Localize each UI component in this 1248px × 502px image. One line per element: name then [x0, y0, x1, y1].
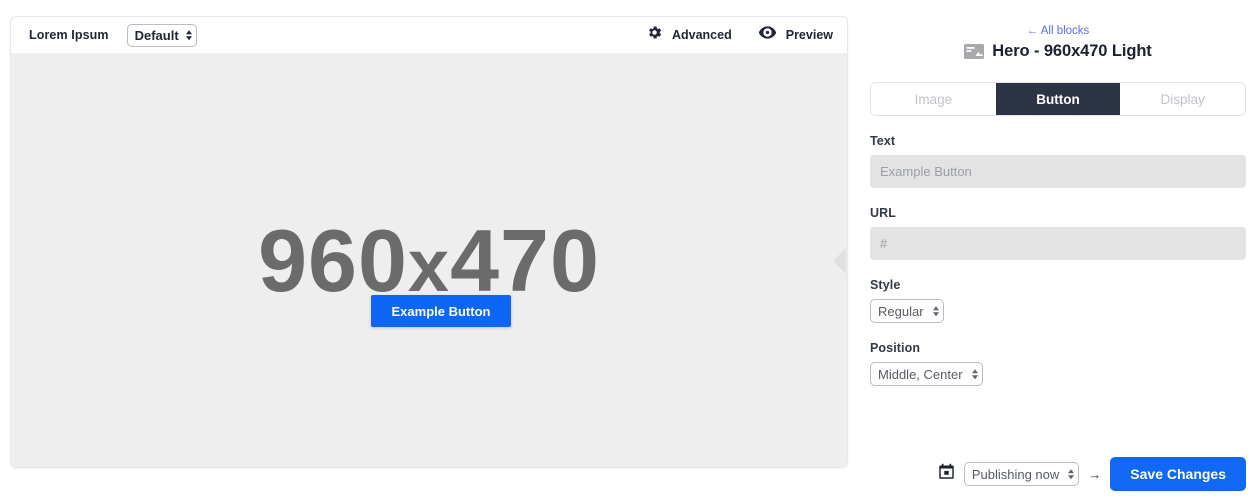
text-field-label: Text	[870, 134, 896, 148]
save-changes-button[interactable]: Save Changes	[1110, 457, 1246, 491]
url-field-label: URL	[870, 206, 896, 220]
template-select[interactable]: Default	[126, 23, 197, 47]
eye-icon	[758, 24, 777, 46]
position-field-label: Position	[870, 341, 921, 355]
text-input[interactable]	[870, 155, 1246, 188]
app-root: Lorem Ipsum Default Advanced Preview 960…	[0, 0, 1248, 502]
template-select-wrapper[interactable]: Default	[109, 23, 197, 47]
url-input[interactable]	[870, 227, 1246, 260]
style-select[interactable]: Regular	[870, 299, 944, 323]
field-style: Style Regular	[868, 278, 1248, 323]
position-select-wrapper[interactable]: Middle, Center	[870, 362, 983, 386]
position-select[interactable]: Middle, Center	[870, 362, 983, 386]
publish-select-wrapper[interactable]: Publishing now	[963, 462, 1080, 486]
hero-image-block-icon	[964, 44, 985, 59]
advanced-label: Advanced	[671, 28, 732, 42]
page-title: Lorem Ipsum	[29, 28, 109, 42]
calendar-icon[interactable]	[938, 463, 955, 485]
field-position: Position Middle, Center	[868, 341, 1248, 386]
editor-card: Lorem Ipsum Default Advanced Preview 960…	[10, 16, 848, 468]
field-url: URL	[868, 206, 1248, 260]
collapse-panel-handle[interactable]	[831, 54, 847, 467]
canvas-example-button[interactable]: Example Button	[371, 295, 511, 327]
style-field-label: Style	[870, 278, 901, 292]
preview-canvas[interactable]: 960x470 Example Button	[11, 54, 847, 467]
block-title: Hero - 960x470 Light	[992, 42, 1152, 60]
tab-button[interactable]: Button	[995, 83, 1121, 115]
panel-tabs: Image Button Display	[870, 82, 1246, 116]
publish-select[interactable]: Publishing now	[963, 462, 1080, 486]
chevron-left-icon	[832, 248, 846, 274]
tab-display[interactable]: Display	[1120, 83, 1245, 115]
tab-image[interactable]: Image	[871, 83, 996, 115]
footer-arrow: →	[1088, 466, 1102, 482]
preview-label: Preview	[785, 28, 833, 42]
toolbar-actions: Advanced Preview	[646, 24, 833, 46]
preview-button[interactable]: Preview	[758, 24, 833, 46]
editor-toolbar: Lorem Ipsum Default Advanced Preview	[11, 17, 847, 54]
panel-footer: Publishing now → Save Changes	[868, 457, 1246, 491]
gear-icon	[646, 24, 663, 46]
inspector-panel: ← All blocks Hero - 960x470 Light Image …	[868, 0, 1248, 502]
all-blocks-link[interactable]: ← All blocks	[868, 25, 1248, 37]
style-select-wrapper[interactable]: Regular	[870, 299, 944, 323]
panel-header: Hero - 960x470 Light	[868, 42, 1248, 61]
field-text: Text	[868, 134, 1248, 188]
advanced-button[interactable]: Advanced	[646, 24, 732, 46]
